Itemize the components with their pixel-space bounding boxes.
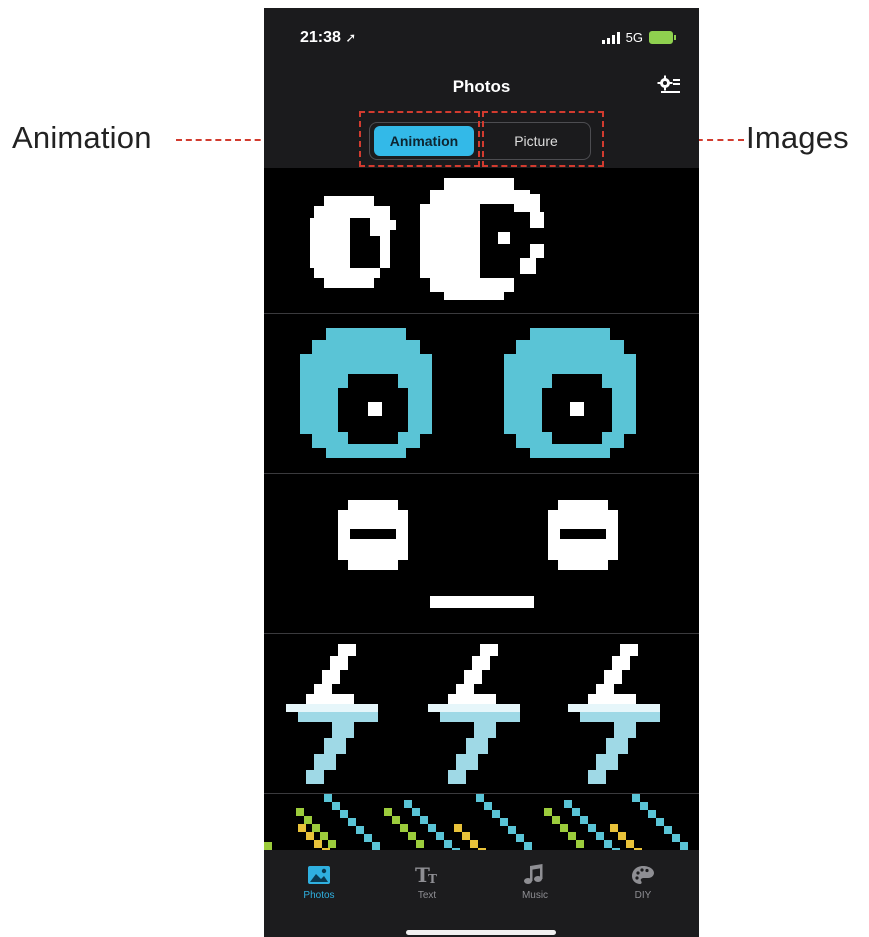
top-bar: 21:38 ➚ 5G Photos Animation Picture — [264, 8, 699, 168]
tab-label-diy: DIY — [634, 890, 652, 901]
page-title: Photos — [452, 77, 511, 96]
signal-icon — [601, 31, 620, 44]
network-label: 5G — [625, 30, 643, 45]
annotation-box-animation — [359, 111, 480, 167]
cyan-eyes-pixel-art — [300, 328, 636, 458]
annotation-label-animation: Animation — [12, 120, 152, 155]
status-time: 21:38 ➚ — [300, 29, 356, 47]
tab-music[interactable]: Music — [490, 864, 580, 901]
tab-label-photos: Photos — [303, 890, 335, 901]
phone-screen: 21:38 ➚ 5G Photos Animation Picture Phot… — [264, 8, 699, 937]
photos-icon — [308, 866, 330, 884]
bottom-tab-bar: Photos T T Text Music DIY — [264, 850, 699, 937]
tab-label-music: Music — [521, 890, 549, 901]
white-eyes-pixel-art — [310, 178, 544, 300]
animation-item-cyan-eyes[interactable] — [264, 314, 699, 474]
stripes-pixel-art — [264, 794, 688, 850]
status-indicators: 5G — [601, 30, 676, 45]
battery-icon — [649, 31, 676, 44]
svg-text:T: T — [428, 872, 437, 886]
annotation-label-images: Images — [746, 120, 849, 155]
home-indicator[interactable] — [406, 930, 556, 935]
location-arrow-icon: ➚ — [345, 30, 357, 45]
tab-label-text: Text — [417, 890, 437, 901]
music-icon — [524, 864, 543, 884]
lightning-bolts-pixel-art — [286, 644, 660, 784]
tab-diy[interactable]: DIY — [598, 864, 688, 901]
animation-item-lightning-bolts[interactable] — [264, 634, 699, 794]
animation-item-stripes[interactable] — [264, 794, 699, 850]
sleepy-face-pixel-art — [338, 500, 618, 608]
annotation-box-picture — [482, 111, 604, 167]
tab-text[interactable]: T T Text — [382, 864, 472, 901]
text-icon: T T — [415, 864, 437, 886]
settings-gear-icon[interactable] — [657, 74, 681, 96]
animation-item-white-eyes[interactable] — [264, 168, 699, 314]
tab-photos[interactable]: Photos — [274, 864, 364, 901]
status-time-text: 21:38 — [300, 29, 341, 46]
animation-item-sleepy-face[interactable] — [264, 474, 699, 634]
palette-icon — [632, 866, 654, 884]
